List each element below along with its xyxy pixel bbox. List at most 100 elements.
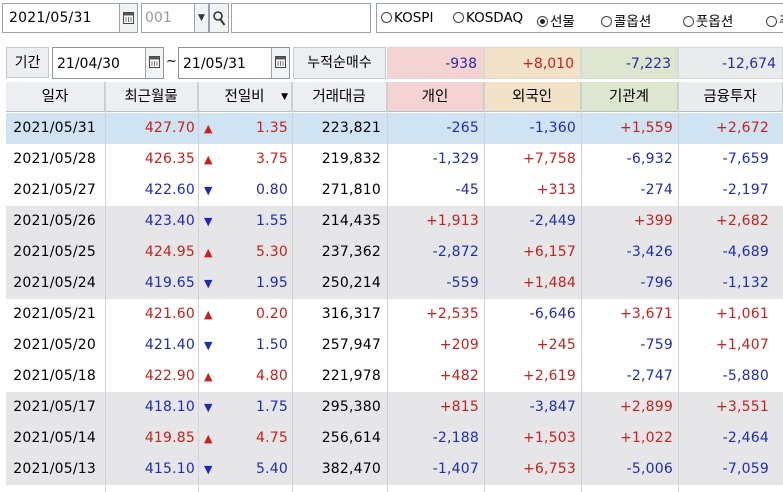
date-field[interactable]: 2021/05/31 <box>2 3 138 33</box>
period-label: 기간 <box>6 47 49 78</box>
cell-financial-investment: -7,659 <box>722 151 769 167</box>
from-date-field[interactable]: 21/04/30 <box>52 47 164 79</box>
col-foreign[interactable]: 외국인 <box>484 82 581 112</box>
search-button[interactable] <box>209 3 229 33</box>
total-foreign: +8,010 <box>484 47 581 79</box>
col-trading-value[interactable]: 거래대금 <box>292 82 387 112</box>
cell-trading-value: 223,821 <box>321 120 381 136</box>
cell-trading-value: 219,832 <box>321 151 381 167</box>
from-calendar-button[interactable] <box>145 48 163 78</box>
col-front-month[interactable]: 최근월물 <box>105 82 198 112</box>
total-financial-investment: -12,674 <box>678 47 783 79</box>
table-row[interactable]: 2021/05/28 426.35 ▲ 3.75 219,832 -1,329 +7,758… <box>6 144 783 175</box>
cell-price: 419.85 <box>144 430 195 446</box>
cell-institution: +1,559 <box>619 120 673 136</box>
table-row[interactable]: 2021/05/27 422.60 ▼ 0.80 271,810 -45 +313 -274 -… <box>6 175 783 206</box>
cell-individual: +1,913 <box>425 213 479 229</box>
arrow-down-icon: ▼ <box>204 215 213 228</box>
code-field[interactable]: 001 ▼ <box>141 3 209 33</box>
cell-financial-investment: -1,132 <box>722 275 769 291</box>
cell-price: 423.40 <box>144 213 195 229</box>
to-calendar-button[interactable] <box>271 48 289 78</box>
table-row[interactable]: 2021/05/25 424.95 ▲ 5.30 237,362 -2,872 +6,157… <box>6 237 783 268</box>
cell-change: ▲ 4.75 <box>198 423 292 454</box>
cell-change: ▼ 1.75 <box>198 392 292 423</box>
cell-trading-value: 271,810 <box>321 182 381 198</box>
cell-individual: +209 <box>439 337 479 353</box>
cell-foreign: -2,449 <box>529 213 576 229</box>
table-row[interactable]: 2021/05/24 419.65 ▼ 1.95 250,214 -559 +1,484 -7… <box>6 268 783 299</box>
cell-individual: -2,872 <box>432 244 479 260</box>
change-value: 5.40 <box>256 461 288 477</box>
cell-change: ▼ 1.50 <box>198 330 292 361</box>
cell-individual: -1,329 <box>432 151 479 167</box>
col-change[interactable]: 전일비 ▼ <box>198 82 292 112</box>
table-row[interactable]: 2021/05/17 418.10 ▼ 1.75 295,380 +815 -3,847 +2… <box>6 392 783 423</box>
cell-individual: -1,407 <box>432 461 479 477</box>
cell-institution: -759 <box>640 337 673 353</box>
col-financial-investment[interactable]: 금융투자 <box>678 82 783 112</box>
cell-price: 426.35 <box>144 151 195 167</box>
cell-foreign: +245 <box>536 337 576 353</box>
table-row[interactable]: 2021/05/31 427.70 ▲ 1.35 223,821 -265 -1,360 +1… <box>6 113 783 144</box>
radio-option[interactable]: KOSDAQ <box>453 10 523 26</box>
calendar-button[interactable] <box>119 4 137 32</box>
arrow-down-icon: ▼ <box>204 401 213 414</box>
cell-individual: +2,535 <box>425 306 479 322</box>
table-row[interactable]: 2021/05/21 421.60 ▲ 0.20 316,317 +2,535 -6,646… <box>6 299 783 330</box>
grid-line <box>387 82 388 492</box>
radio-label: KOSPI <box>394 10 434 26</box>
from-date-value: 21/04/30 <box>57 56 120 72</box>
radio-option[interactable]: KOSPI <box>381 10 433 26</box>
cell-institution: -3,426 <box>626 244 673 260</box>
cell-change: ▲ 0.20 <box>198 299 292 330</box>
calendar-icon <box>123 12 134 24</box>
total-individual: -938 <box>387 47 484 79</box>
radio-label: 콜옵션 <box>614 14 652 30</box>
to-date-value: 21/05/31 <box>183 56 246 72</box>
radio-option[interactable]: 콜옵션 <box>601 10 651 30</box>
cell-foreign: +1,503 <box>522 430 576 446</box>
radio-unchecked-icon <box>381 12 392 23</box>
radio-option[interactable]: 풋옵션 <box>683 10 733 30</box>
radio-label: 주 <box>779 14 783 30</box>
col-date[interactable]: 일자 <box>6 82 105 112</box>
cell-date: 2021/05/28 <box>13 151 96 167</box>
table-row[interactable]: 2021/05/13 415.10 ▼ 5.40 382,470 -1,407 +6,753… <box>6 454 783 485</box>
cell-institution: +2,899 <box>619 399 673 415</box>
to-date-field[interactable]: 21/05/31 <box>178 47 290 79</box>
radio-unchecked-icon <box>453 12 464 23</box>
table-header: 일자 최근월물 전일비 ▼ 거래대금 개인 외국인 기관계 금융투자 <box>6 82 783 112</box>
arrow-down-icon: ▼ <box>204 339 213 352</box>
radio-option[interactable]: 주 <box>766 10 783 30</box>
radio-unchecked-icon <box>683 16 694 27</box>
col-individual[interactable]: 개인 <box>387 82 484 112</box>
table-row[interactable]: 2021/05/26 423.40 ▼ 1.55 214,435 +1,913 -2,449… <box>6 206 783 237</box>
cell-individual: -559 <box>446 275 479 291</box>
cell-date: 2021/05/24 <box>13 275 96 291</box>
cell-institution: +3,671 <box>619 306 673 322</box>
cell-date: 2021/05/21 <box>13 306 96 322</box>
change-value: 1.50 <box>256 337 288 353</box>
radio-unchecked-icon <box>766 16 777 27</box>
cell-financial-investment: +1,061 <box>715 306 769 322</box>
code-dropdown-button[interactable]: ▼ <box>194 4 208 32</box>
cell-price: 418.10 <box>144 399 195 415</box>
name-field[interactable] <box>231 3 371 33</box>
cell-individual: -2,188 <box>432 430 479 446</box>
change-value: 0.20 <box>256 306 288 322</box>
radio-label: 선물 <box>550 14 575 30</box>
cell-institution: -274 <box>640 182 673 198</box>
cell-trading-value: 382,470 <box>321 461 381 477</box>
arrow-up-icon: ▲ <box>204 153 213 166</box>
cell-institution: -6,932 <box>626 151 673 167</box>
table-row[interactable]: 2021/05/20 421.40 ▼ 1.50 257,947 +209 +245 -759… <box>6 330 783 361</box>
table-row[interactable]: 2021/05/18 422.90 ▲ 4.80 221,978 +482 +2,619 -2… <box>6 361 783 392</box>
cell-price: 427.70 <box>144 120 195 136</box>
radio-option[interactable]: 선물 <box>537 10 575 30</box>
cell-foreign: +2,619 <box>522 368 576 384</box>
col-institution[interactable]: 기관계 <box>581 82 678 112</box>
change-value: 1.95 <box>256 275 288 291</box>
sort-down-icon[interactable]: ▼ <box>281 82 288 112</box>
table-row[interactable]: 2021/05/14 419.85 ▲ 4.75 256,614 -2,188 +1,503… <box>6 423 783 454</box>
